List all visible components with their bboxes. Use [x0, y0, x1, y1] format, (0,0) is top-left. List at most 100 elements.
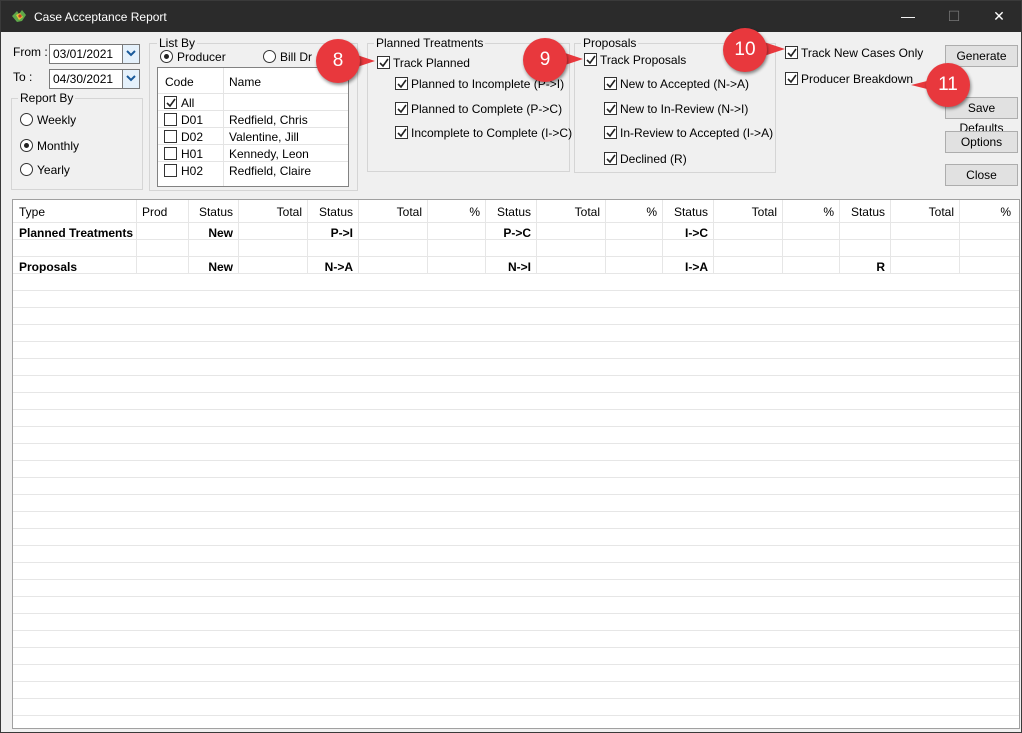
yearly-radio[interactable]: [20, 163, 33, 176]
maximize-button: ☐: [947, 8, 961, 24]
weekly-radio[interactable]: [20, 113, 33, 126]
list-item-code: D02: [181, 130, 204, 144]
planned-to-incomplete-checkbox[interactable]: [395, 77, 408, 90]
table-row-type: Planned Treatments: [19, 226, 134, 240]
from-date-dropdown[interactable]: [122, 45, 139, 63]
header-divider: [158, 93, 348, 94]
name-column-header[interactable]: Name: [229, 75, 261, 89]
grid-row-line: [13, 715, 1019, 716]
incomplete-to-complete-label: Incomplete to Complete (I->C): [411, 126, 573, 140]
grid-row-line: [13, 409, 1019, 410]
header-total[interactable]: Total: [238, 205, 302, 219]
planned-to-complete-label: Planned to Complete (P->C): [411, 102, 563, 116]
table-row-status: N->A: [324, 260, 353, 274]
table-row-status: P->C: [503, 226, 531, 240]
check-icon: [166, 98, 176, 108]
new-to-accepted-label: New to Accepted (N->A): [620, 77, 750, 91]
options-button[interactable]: Options: [945, 131, 1018, 153]
grid-row-line: [13, 239, 1019, 240]
track-proposals-label: Track Proposals: [600, 53, 687, 67]
list-item-code: H01: [181, 147, 204, 161]
list-item-name: Kennedy, Leon: [229, 147, 309, 161]
new-to-in-review-checkbox[interactable]: [604, 102, 617, 115]
producer-breakdown-label: Producer Breakdown: [801, 72, 914, 86]
list-item-checkbox[interactable]: [164, 147, 177, 160]
new-to-accepted-checkbox[interactable]: [604, 77, 617, 90]
list-item-checkbox[interactable]: [164, 164, 177, 177]
in-review-to-accepted-checkbox[interactable]: [604, 126, 617, 139]
code-column-header[interactable]: Code: [165, 75, 194, 89]
header-status[interactable]: Status: [662, 205, 708, 219]
callout-badge-10: 10: [723, 28, 767, 72]
check-icon: [397, 104, 407, 114]
row-divider: [158, 161, 348, 162]
list-item-name: Redfield, Chris: [229, 113, 308, 127]
grid-row-line: [13, 392, 1019, 393]
grid-row-line: [13, 545, 1019, 546]
from-date-value: 03/01/2021: [53, 47, 114, 61]
grid-row-line: [13, 256, 1019, 257]
results-grid[interactable]: Type Prod Status Total Status Total % St…: [12, 199, 1020, 729]
declined-label: Declined (R): [620, 152, 687, 166]
header-percent[interactable]: %: [605, 205, 657, 219]
grid-row-line: [13, 290, 1019, 291]
header-total[interactable]: Total: [358, 205, 422, 219]
grid-row-line: [13, 460, 1019, 461]
check-icon: [606, 104, 616, 114]
case-acceptance-report-window: Case Acceptance Report — ☐ ✕ From : 03/0…: [0, 0, 1022, 733]
from-date-field[interactable]: 03/01/2021: [49, 44, 140, 64]
check-icon: [606, 154, 616, 164]
chevron-down-icon: [126, 75, 136, 82]
grid-row-line: [13, 426, 1019, 427]
header-percent[interactable]: %: [782, 205, 834, 219]
grid-column-divider: [136, 200, 137, 274]
header-total[interactable]: Total: [890, 205, 954, 219]
header-total[interactable]: Total: [536, 205, 600, 219]
grid-row-line: [13, 324, 1019, 325]
header-status[interactable]: Status: [839, 205, 885, 219]
header-percent[interactable]: %: [427, 205, 480, 219]
bill-dr-radio[interactable]: [263, 50, 276, 63]
grid-row-line: [13, 613, 1019, 614]
header-status[interactable]: Status: [307, 205, 353, 219]
check-icon: [606, 79, 616, 89]
list-item-checkbox[interactable]: [164, 130, 177, 143]
grid-row-line: [13, 358, 1019, 359]
row-divider: [158, 127, 348, 128]
close-button[interactable]: Close: [945, 164, 1018, 186]
planned-to-complete-checkbox[interactable]: [395, 102, 408, 115]
header-status[interactable]: Status: [485, 205, 531, 219]
grid-row-line: [13, 222, 1019, 223]
producer-breakdown-checkbox[interactable]: [785, 72, 798, 85]
minimize-button[interactable]: —: [885, 1, 931, 32]
header-type[interactable]: Type: [19, 205, 45, 219]
grid-row-line: [13, 494, 1019, 495]
window-title: Case Acceptance Report: [34, 10, 167, 24]
header-percent[interactable]: %: [959, 205, 1011, 219]
header-total[interactable]: Total: [713, 205, 777, 219]
list-item-checkbox[interactable]: [164, 113, 177, 126]
grid-row-line: [13, 375, 1019, 376]
list-by-title: List By: [157, 36, 198, 50]
to-date-field[interactable]: 04/30/2021: [49, 69, 140, 89]
table-row-status: N->I: [507, 260, 531, 274]
incomplete-to-complete-checkbox[interactable]: [395, 126, 408, 139]
grid-row-line: [13, 341, 1019, 342]
from-label: From :: [13, 45, 48, 59]
all-checkbox[interactable]: [164, 96, 177, 109]
grid-row-line: [13, 647, 1019, 648]
header-status[interactable]: Status: [188, 205, 233, 219]
grid-row-line: [13, 596, 1019, 597]
declined-checkbox[interactable]: [604, 152, 617, 165]
grid-row-line: [13, 579, 1019, 580]
producer-list[interactable]: Code Name All D01 Redfield, Chris D02 Va…: [157, 67, 349, 187]
producer-radio[interactable]: [160, 50, 173, 63]
monthly-radio[interactable]: [20, 139, 33, 152]
chevron-down-icon: [126, 50, 136, 57]
grid-row-line: [13, 681, 1019, 682]
header-prod[interactable]: Prod: [142, 205, 167, 219]
planned-treatments-title: Planned Treatments: [374, 36, 486, 50]
in-review-to-accepted-label: In-Review to Accepted (I->A): [620, 126, 774, 140]
close-window-button[interactable]: ✕: [976, 1, 1022, 32]
to-date-dropdown[interactable]: [122, 70, 139, 88]
